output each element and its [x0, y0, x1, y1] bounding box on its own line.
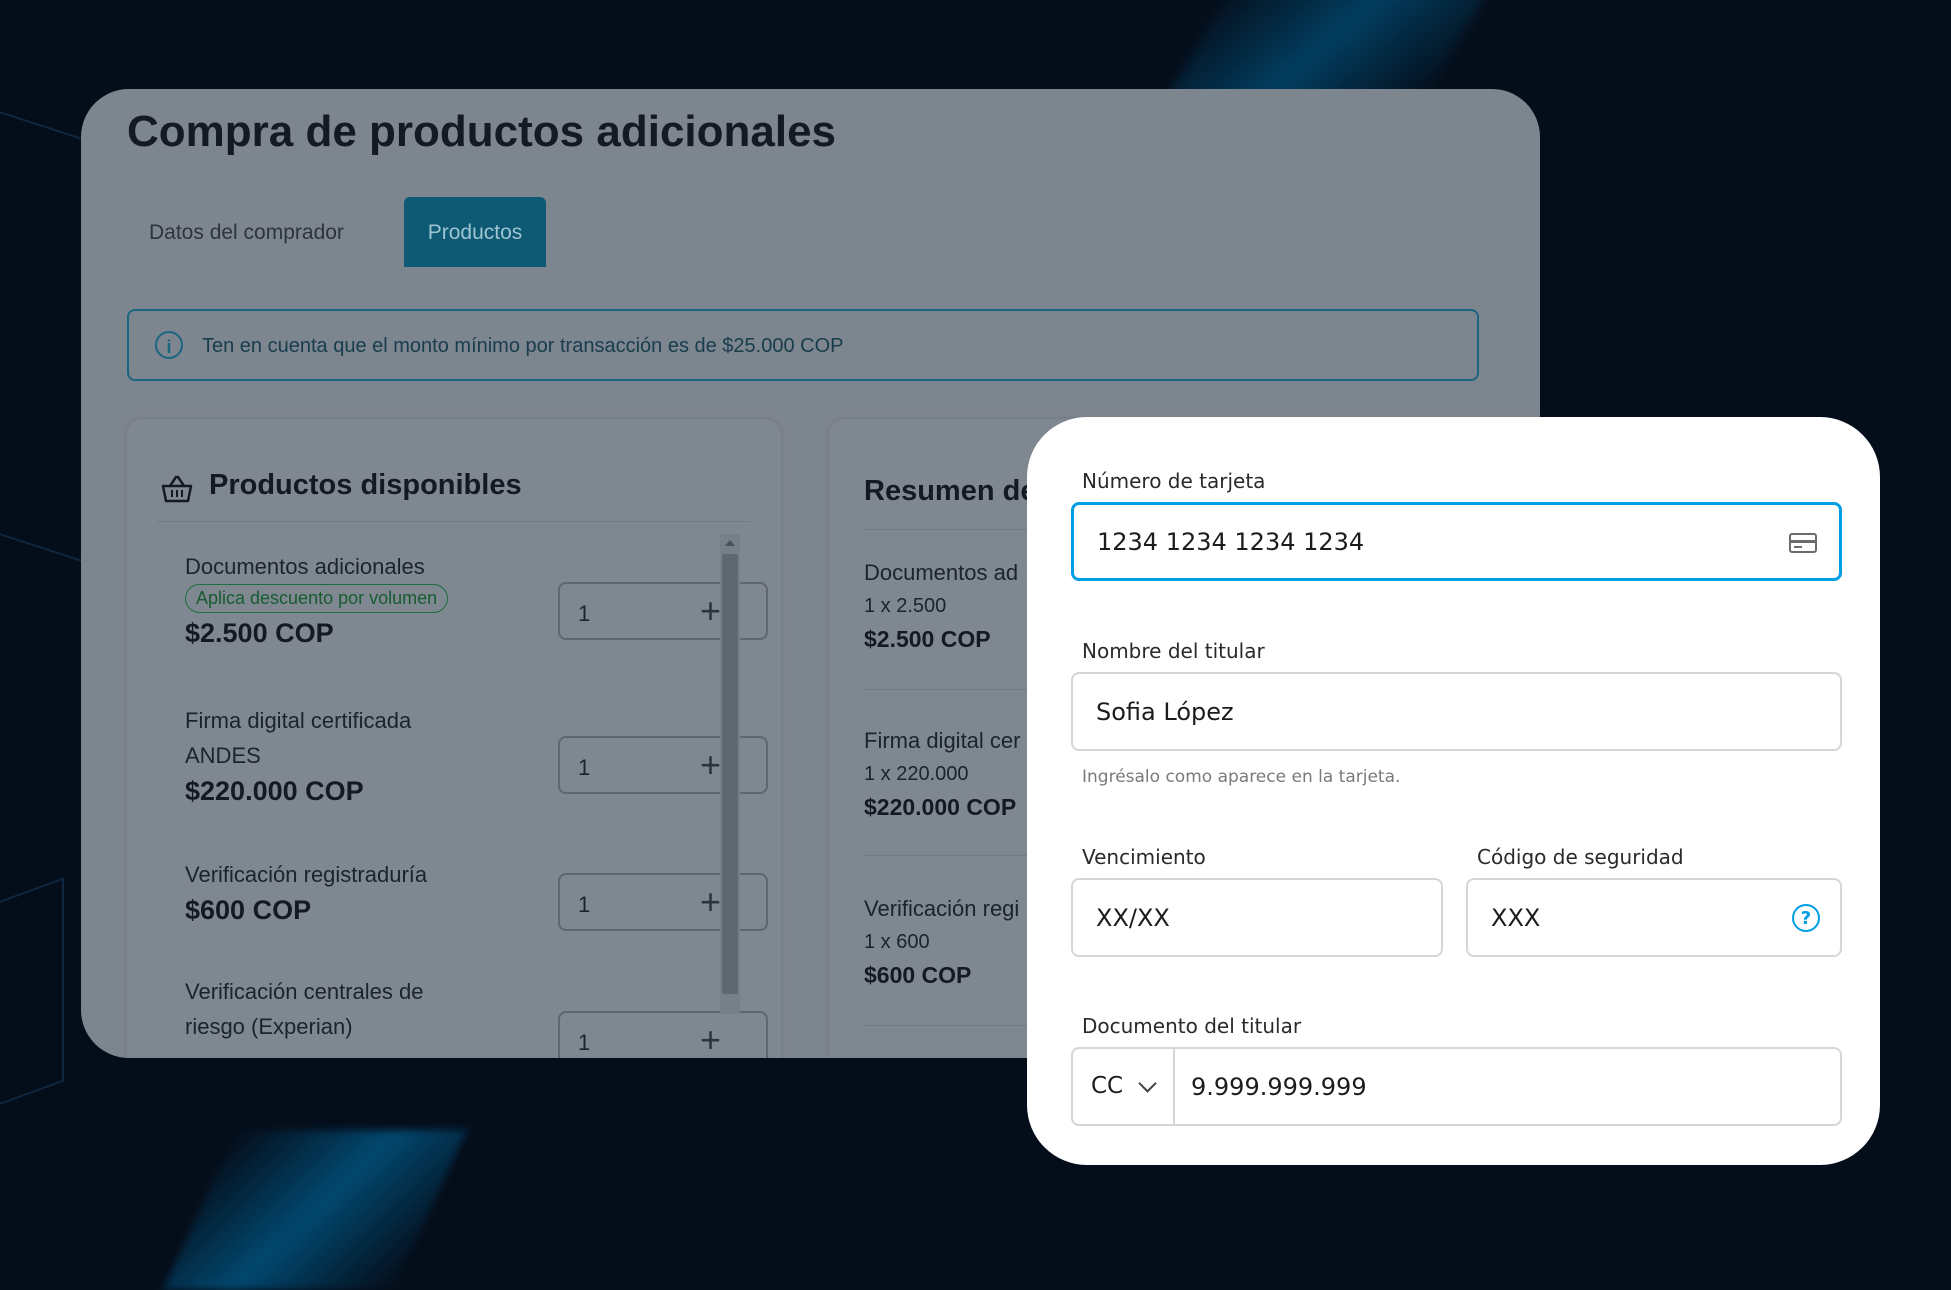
quantity-value: 1: [578, 755, 591, 780]
help-icon[interactable]: ?: [1792, 904, 1820, 932]
info-banner: i Ten en cuenta que el monto mínimo por …: [127, 309, 1479, 381]
credit-card-icon: [1789, 533, 1817, 553]
summary-item: Verificación regi 1 x 600 $600 COP: [864, 891, 1019, 993]
products-heading: Productos disponibles: [209, 469, 522, 501]
summary-item: Documentos ad 1 x 2.500 $2.500 COP: [864, 555, 1018, 657]
expiry-value: XX/XX: [1096, 904, 1170, 932]
product-name: Firma digital certificada ANDES: [185, 708, 412, 768]
document-type-value: CC: [1091, 1073, 1124, 1099]
scroll-thumb[interactable]: [722, 554, 738, 994]
summary-item-price: $600 COP: [864, 962, 972, 988]
tab-datos-comprador[interactable]: Datos del comprador: [149, 197, 344, 267]
summary-item-name: Verificación regi: [864, 896, 1020, 921]
quantity-value: 1: [578, 1030, 591, 1055]
summary-item-qty: 1 x 600: [864, 931, 930, 953]
cvv-input[interactable]: XXX ?: [1466, 878, 1842, 957]
payment-form-card: Número de tarjeta 1234 1234 1234 1234 No…: [1027, 417, 1880, 1165]
product-price: $2.500 COP: [185, 618, 334, 648]
plus-icon[interactable]: +: [700, 1018, 721, 1058]
background-decoration: [0, 98, 94, 566]
document-input-group: CC 9.999.999.999: [1071, 1047, 1842, 1126]
summary-item-qty: 1 x 220.000: [864, 763, 969, 785]
holder-name-label: Nombre del titular: [1082, 639, 1265, 663]
holder-name-input[interactable]: Sofia López: [1071, 672, 1842, 751]
summary-item-name: Documentos ad: [864, 560, 1019, 585]
product-price: $600 COP: [185, 895, 312, 925]
summary-item-name: Firma digital cer: [864, 728, 1021, 753]
chevron-down-icon: [1138, 1074, 1157, 1093]
plus-icon[interactable]: +: [700, 743, 721, 787]
product-name: Verificación centrales de riesgo (Experi…: [185, 979, 424, 1039]
basket-icon: [161, 475, 193, 503]
info-banner-text: Ten en cuenta que el monto mínimo por tr…: [202, 335, 844, 357]
summary-heading: Resumen de: [864, 475, 1037, 507]
product-name: Documentos adicionales: [185, 554, 425, 579]
document-label: Documento del titular: [1082, 1014, 1302, 1038]
page-title: Compra de productos adicionales: [127, 107, 837, 156]
holder-name-hint: Ingrésalo como aparece en la tarjeta.: [1082, 767, 1401, 787]
product-item: Verificación centrales de riesgo (Experi…: [185, 974, 455, 1044]
product-name: Verificación registraduría: [185, 862, 428, 887]
info-icon: i: [155, 331, 183, 359]
product-item: Verificación registraduría $600 COP: [185, 857, 485, 928]
holder-name-value: Sofia López: [1096, 698, 1234, 726]
summary-item: Firma digital cer 1 x 220.000 $220.000 C…: [864, 723, 1020, 825]
scroll-up-icon[interactable]: [725, 540, 735, 546]
product-item: Firma digital certificada ANDES $220.000…: [185, 703, 465, 809]
plus-icon[interactable]: +: [700, 589, 721, 633]
cvv-value: XXX: [1491, 904, 1541, 932]
document-number-value[interactable]: 9.999.999.999: [1191, 1073, 1367, 1101]
expiry-label: Vencimiento: [1082, 845, 1206, 869]
background-decoration: [0, 877, 64, 1127]
products-scrollbar[interactable]: [720, 534, 740, 1014]
quantity-value: 1: [578, 892, 591, 917]
expiry-input[interactable]: XX/XX: [1071, 878, 1443, 957]
tab-productos[interactable]: Productos: [404, 197, 546, 267]
product-price: $220.000 COP: [185, 776, 364, 806]
discount-badge: Aplica descuento por volumen: [185, 584, 449, 613]
divider: [157, 521, 751, 522]
cvv-label: Código de seguridad: [1477, 845, 1684, 869]
quantity-value: 1: [578, 601, 591, 626]
card-number-input[interactable]: 1234 1234 1234 1234: [1071, 502, 1842, 581]
background-glow: [162, 1130, 468, 1290]
card-number-value: 1234 1234 1234 1234: [1097, 528, 1365, 556]
plus-icon[interactable]: +: [700, 880, 721, 924]
summary-item-qty: 1 x 2.500: [864, 595, 947, 617]
document-type-select[interactable]: CC: [1073, 1049, 1175, 1124]
products-card: Productos disponibles Documentos adicion…: [127, 419, 781, 1058]
summary-item-price: $220.000 COP: [864, 794, 1017, 820]
summary-item-price: $2.500 COP: [864, 626, 991, 652]
card-number-label: Número de tarjeta: [1082, 469, 1266, 493]
product-item: Documentos adicionales Aplica descuento …: [185, 549, 485, 651]
quantity-stepper[interactable]: 1 +: [558, 1011, 768, 1058]
